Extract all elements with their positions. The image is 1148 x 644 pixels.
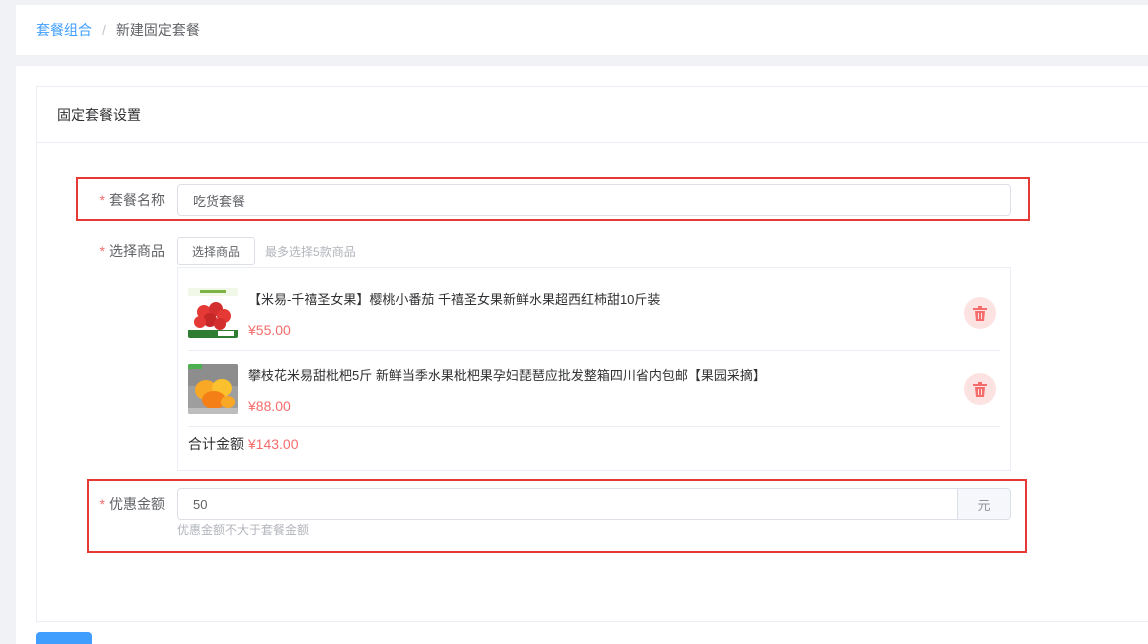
card-title: 固定套餐设置 xyxy=(37,87,1148,143)
delete-goods-button[interactable] xyxy=(964,373,996,405)
loquat-thumb-icon xyxy=(188,364,238,414)
page-panel: 固定套餐设置 *套餐名称 吃货套餐 *选择商品 选择商品 最多选择5款商品 xyxy=(16,66,1148,644)
breadcrumb-separator: / xyxy=(102,22,106,38)
select-goods-button[interactable]: 选择商品 xyxy=(177,237,256,265)
goods-price: ¥55.00 xyxy=(248,321,291,338)
goods-item: 攀枝花米易甜枇杷5斤 新鲜当季水果枇杷果孕妇琵琶应批发整箱四川省内包邮【果园采摘… xyxy=(188,352,1000,427)
goods-info: 【米易-千禧圣女果】樱桃小番茄 千禧圣女果新鲜水果超西红柿甜10斤装 ¥55.0… xyxy=(248,289,964,338)
breadcrumb-current: 新建固定套餐 xyxy=(115,22,200,38)
highlight-box-package-name xyxy=(76,177,1030,221)
highlight-box-discount xyxy=(87,479,1027,553)
goods-item: 【米易-千禧圣女果】樱桃小番茄 千禧圣女果新鲜水果超西红柿甜10斤装 ¥55.0… xyxy=(188,276,1000,351)
required-mark: * xyxy=(99,243,105,259)
selected-goods-list: 【米易-千禧圣女果】樱桃小番茄 千禧圣女果新鲜水果超西红柿甜10斤装 ¥55.0… xyxy=(177,267,1011,471)
total-label: 合计金额 xyxy=(188,436,244,452)
trash-icon xyxy=(973,381,987,397)
select-goods-form-item: * 选择商品 选择商品 最多选择5款商品 xyxy=(67,237,356,265)
breadcrumb-parent-link[interactable]: 套餐组合 xyxy=(36,20,92,40)
tomato-thumb-icon xyxy=(188,288,238,338)
select-goods-hint: 最多选择5款商品 xyxy=(265,244,356,259)
submit-button[interactable] xyxy=(36,632,92,644)
total-amount: 合计金额 ¥143.00 xyxy=(188,434,299,454)
total-value: ¥143.00 xyxy=(247,436,299,452)
goods-title: 【米易-千禧圣女果】樱桃小番茄 千禧圣女果新鲜水果超西红柿甜10斤装 xyxy=(248,291,661,307)
delete-goods-button[interactable] xyxy=(964,297,996,329)
breadcrumb: 套餐组合 / 新建固定套餐 xyxy=(16,5,1148,55)
goods-price: ¥88.00 xyxy=(248,397,291,414)
select-goods-label: * 选择商品 xyxy=(99,243,165,259)
trash-icon xyxy=(973,305,987,321)
goods-title: 攀枝花米易甜枇杷5斤 新鲜当季水果枇杷果孕妇琵琶应批发整箱四川省内包邮【果园采摘… xyxy=(248,367,766,383)
goods-info: 攀枝花米易甜枇杷5斤 新鲜当季水果枇杷果孕妇琵琶应批发整箱四川省内包邮【果园采摘… xyxy=(248,365,964,414)
